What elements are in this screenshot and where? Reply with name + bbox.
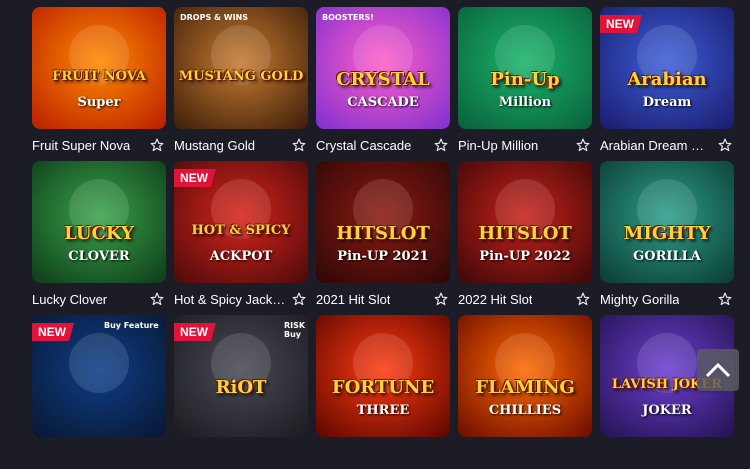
game-thumbnail[interactable]: HOT & SPICY ACKPOT NEW: [174, 161, 308, 283]
corner-label: RISK Buy: [284, 321, 306, 339]
game-card[interactable]: LUCKY CLOVER Lucky Clover: [32, 161, 166, 315]
game-card[interactable]: Buy Feature NEW: [32, 315, 166, 469]
game-thumbnail[interactable]: MUSTANG GOLD DROPS & WINS: [174, 7, 308, 129]
favorite-star-icon[interactable]: [576, 292, 590, 306]
game-artwork: [458, 7, 592, 129]
game-title[interactable]: Mighty Gorilla: [600, 292, 679, 307]
game-thumbnail[interactable]: FLAMING CHILLIES: [458, 315, 592, 437]
favorite-star-icon[interactable]: [150, 138, 164, 152]
game-thumbnail[interactable]: Arabian Dream NEW: [600, 7, 734, 129]
game-card[interactable]: HITSLOT Pin-UP 2021 2021 Hit Slot: [316, 161, 450, 315]
game-card[interactable]: FRUIT NOVA Super Fruit Super Nova: [32, 7, 166, 161]
corner-label: BOOSTERS!: [322, 13, 374, 22]
game-card[interactable]: HOT & SPICY ACKPOT NEW Hot & Spicy Jack…: [174, 161, 308, 315]
favorite-star-icon[interactable]: [292, 138, 306, 152]
game-title[interactable]: Fruit Super Nova: [32, 138, 130, 153]
game-grid: FRUIT NOVA Super Fruit Super Nova MUSTANG G…: [32, 7, 734, 469]
game-meta: Pin-Up Million: [458, 129, 592, 157]
game-thumbnail[interactable]: HITSLOT Pin-UP 2021: [316, 161, 450, 283]
scroll-to-top-button[interactable]: [697, 349, 739, 391]
game-thumbnail[interactable]: CRYSTAL CASCADE BOOSTERS!: [316, 7, 450, 129]
favorite-star-icon[interactable]: [150, 292, 164, 306]
game-meta: 2021 Hit Slot: [316, 283, 450, 311]
new-badge: NEW: [174, 169, 216, 187]
game-artwork: [32, 161, 166, 283]
game-artwork: [32, 7, 166, 129]
game-artwork: [174, 7, 308, 129]
game-thumbnail[interactable]: MIGHTY GORILLA: [600, 161, 734, 283]
game-card[interactable]: HITSLOT Pin-UP 2022 2022 Hit Slot: [458, 161, 592, 315]
game-meta: 2022 Hit Slot: [458, 283, 592, 311]
game-title[interactable]: Crystal Cascade: [316, 138, 411, 153]
game-thumbnail[interactable]: FORTUNE THREE: [316, 315, 450, 437]
game-card[interactable]: MIGHTY GORILLA Mighty Gorilla: [600, 161, 734, 315]
chevron-up-icon: [705, 362, 731, 378]
game-card[interactable]: RiOT RISK Buy NEW: [174, 315, 308, 469]
favorite-star-icon[interactable]: [576, 138, 590, 152]
game-title[interactable]: 2021 Hit Slot: [316, 292, 390, 307]
game-artwork: [316, 161, 450, 283]
game-meta: Fruit Super Nova: [32, 129, 166, 157]
game-card[interactable]: Arabian Dream NEW Arabian Dream Re…: [600, 7, 734, 161]
game-card[interactable]: FORTUNE THREE: [316, 315, 450, 469]
game-title[interactable]: Lucky Clover: [32, 292, 107, 307]
game-artwork: [316, 7, 450, 129]
new-badge: NEW: [32, 323, 74, 341]
game-card[interactable]: MUSTANG GOLD DROPS & WINS Mustang Gold: [174, 7, 308, 161]
game-thumbnail[interactable]: FRUIT NOVA Super: [32, 7, 166, 129]
corner-label: DROPS & WINS: [180, 13, 249, 22]
game-meta: Lucky Clover: [32, 283, 166, 311]
game-card[interactable]: Pin-Up Million Pin-Up Million: [458, 7, 592, 161]
favorite-star-icon[interactable]: [718, 138, 732, 152]
game-artwork: [316, 315, 450, 437]
favorite-star-icon[interactable]: [434, 292, 448, 306]
game-title[interactable]: Hot & Spicy Jack…: [174, 292, 285, 307]
game-title[interactable]: 2022 Hit Slot: [458, 292, 532, 307]
game-artwork: [600, 161, 734, 283]
game-meta: Crystal Cascade: [316, 129, 450, 157]
game-meta: Mustang Gold: [174, 129, 308, 157]
game-meta: Arabian Dream Re…: [600, 129, 734, 157]
new-badge: NEW: [174, 323, 216, 341]
game-artwork: [458, 315, 592, 437]
game-meta: Hot & Spicy Jack…: [174, 283, 308, 311]
game-card[interactable]: LAVISH JOKER JOKER: [600, 315, 734, 469]
game-card[interactable]: FLAMING CHILLIES: [458, 315, 592, 469]
game-thumbnail[interactable]: RiOT RISK Buy NEW: [174, 315, 308, 437]
game-thumbnail[interactable]: Pin-Up Million: [458, 7, 592, 129]
game-artwork: [458, 161, 592, 283]
game-title[interactable]: Pin-Up Million: [458, 138, 538, 153]
corner-label: Buy Feature: [104, 321, 159, 330]
game-title[interactable]: Arabian Dream Re…: [600, 138, 712, 153]
game-meta: Mighty Gorilla: [600, 283, 734, 311]
favorite-star-icon[interactable]: [292, 292, 306, 306]
favorite-star-icon[interactable]: [434, 138, 448, 152]
game-card[interactable]: CRYSTAL CASCADE BOOSTERS! Crystal Cascade: [316, 7, 450, 161]
new-badge: NEW: [600, 15, 642, 33]
game-thumbnail[interactable]: HITSLOT Pin-UP 2022: [458, 161, 592, 283]
game-title[interactable]: Mustang Gold: [174, 138, 255, 153]
game-thumbnail[interactable]: Buy Feature NEW: [32, 315, 166, 437]
favorite-star-icon[interactable]: [718, 292, 732, 306]
game-thumbnail[interactable]: LUCKY CLOVER: [32, 161, 166, 283]
